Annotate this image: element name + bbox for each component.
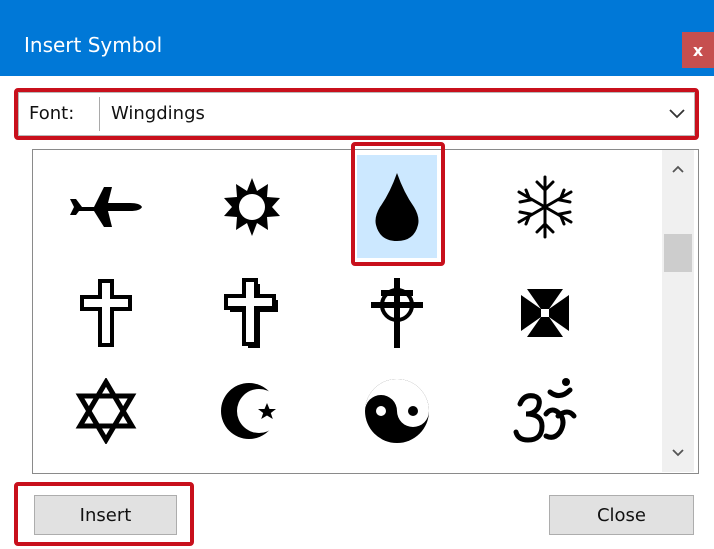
- om-icon: [513, 378, 577, 443]
- symbol-star-of-david[interactable]: [66, 363, 146, 459]
- close-icon: x: [692, 40, 704, 60]
- close-window-button[interactable]: x: [682, 32, 714, 68]
- symbol-latin-cross[interactable]: [66, 265, 146, 361]
- close-button-label: Close: [596, 504, 647, 526]
- symbol-star-and-crescent[interactable]: [212, 363, 292, 459]
- celtic-cross-icon: [371, 278, 423, 348]
- shadowed-cross-icon: [224, 278, 278, 348]
- scroll-thumb[interactable]: [664, 234, 692, 272]
- symbol-shadowed-cross[interactable]: [212, 265, 292, 361]
- vertical-scrollbar[interactable]: [662, 150, 694, 472]
- yin-yang-icon: [365, 379, 429, 443]
- font-row-highlight: [14, 88, 699, 140]
- symbol-airplane[interactable]: [66, 159, 146, 255]
- symbol-snowflake[interactable]: [505, 159, 585, 255]
- scroll-up-button[interactable]: [662, 154, 694, 184]
- title-bar: Insert Symbol x: [0, 0, 714, 76]
- star-of-david-icon: [75, 378, 137, 444]
- selected-symbol-highlight: [351, 142, 445, 266]
- window-title: Insert Symbol: [24, 33, 163, 57]
- chevron-up-icon: [672, 165, 684, 173]
- star-and-crescent-icon: [221, 383, 281, 439]
- sun-icon: [224, 178, 280, 236]
- symbol-sun[interactable]: [212, 159, 292, 255]
- symbol-maltese-cross[interactable]: [505, 265, 585, 361]
- airplane-icon: [70, 187, 142, 227]
- symbol-om[interactable]: [505, 363, 585, 459]
- close-button[interactable]: Close: [549, 495, 694, 535]
- insert-button-highlight: [14, 482, 194, 546]
- symbol-yin-yang[interactable]: [357, 363, 437, 459]
- latin-cross-icon: [80, 279, 132, 347]
- scroll-down-button[interactable]: [662, 438, 694, 468]
- snowflake-icon: [517, 175, 573, 239]
- chevron-down-icon: [672, 449, 684, 457]
- maltese-cross-icon: [521, 289, 569, 337]
- symbol-celtic-cross[interactable]: [357, 265, 437, 361]
